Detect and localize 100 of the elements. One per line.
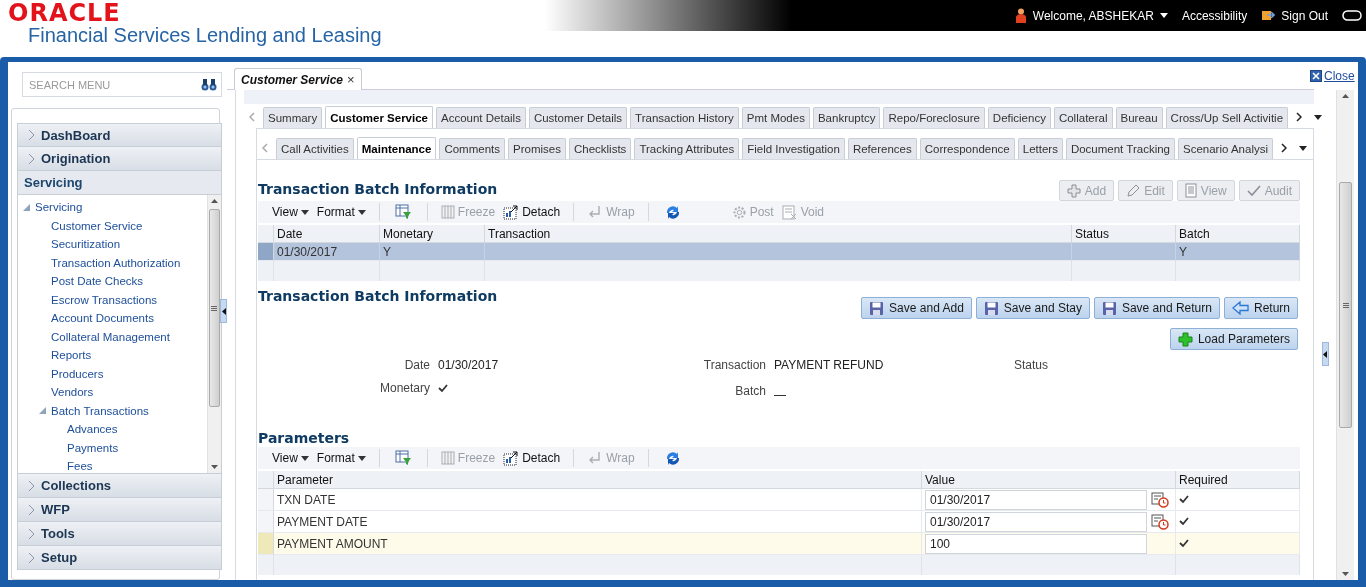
menu-tree-item[interactable]: Escrow Transactions bbox=[18, 290, 207, 309]
section-title: Parameters bbox=[258, 429, 350, 447]
menu-tree-item[interactable]: Batch Transactions bbox=[18, 401, 207, 420]
tab[interactable]: Collateral bbox=[1053, 107, 1113, 128]
caret-icon bbox=[1314, 114, 1323, 120]
form-button[interactable]: Save and Stay bbox=[975, 297, 1090, 319]
tab[interactable]: Deficiency bbox=[987, 107, 1051, 128]
column-header: Batch bbox=[1176, 225, 1300, 243]
calendar-clock-icon[interactable] bbox=[1151, 491, 1169, 508]
oracle-logo: ORACLE bbox=[8, 3, 121, 23]
value-field[interactable]: 100 bbox=[925, 533, 1147, 554]
collapse-handle[interactable] bbox=[1321, 342, 1329, 366]
check-icon bbox=[1246, 184, 1261, 197]
tab[interactable]: Field Investigation bbox=[742, 138, 845, 159]
field-label: Status bbox=[1014, 358, 1050, 372]
menu-tree-item[interactable]: Vendors bbox=[18, 383, 207, 402]
form-button[interactable]: Save and Return bbox=[1093, 297, 1220, 319]
menu-tree-item[interactable]: Producers bbox=[18, 364, 207, 383]
tab[interactable]: Cross/Up Sell Activitie bbox=[1165, 107, 1289, 128]
menu-tree-item[interactable]: Servicing bbox=[18, 198, 207, 217]
close-icon bbox=[1310, 70, 1322, 82]
toolbar-button[interactable]: Detach bbox=[499, 450, 565, 466]
accordion-header[interactable]: Collections bbox=[17, 474, 222, 498]
tab[interactable]: Scenario Analysi bbox=[1178, 138, 1273, 159]
plus-icon bbox=[1066, 183, 1081, 198]
accordion-header[interactable]: WFP bbox=[17, 498, 222, 522]
binoculars-icon[interactable] bbox=[201, 78, 217, 91]
chevron-right-icon bbox=[28, 503, 35, 516]
close-tab-button[interactable]: × bbox=[347, 72, 355, 87]
tab[interactable]: Correspondence bbox=[919, 138, 1015, 159]
tab[interactable]: Tracking Attributes bbox=[634, 138, 740, 159]
menu-tree-item[interactable]: Collateral Management bbox=[18, 327, 207, 346]
menu-tree-item[interactable]: Securitization bbox=[18, 235, 207, 254]
form-button[interactable]: Return bbox=[1223, 297, 1298, 319]
tab[interactable]: Letters bbox=[1017, 138, 1063, 159]
menu-tree-item[interactable]: Transaction Authorization bbox=[18, 253, 207, 272]
menu-button[interactable]: View bbox=[268, 205, 313, 219]
accordion-header[interactable]: DashBoard bbox=[17, 123, 222, 147]
form-button[interactable]: Save and Add bbox=[861, 297, 972, 319]
menu-tree-item[interactable]: Payments bbox=[18, 438, 207, 457]
expand-triangle-icon[interactable] bbox=[38, 406, 47, 416]
table-cell: PAYMENT DATE bbox=[274, 511, 922, 533]
tab[interactable]: Comments bbox=[439, 138, 506, 159]
value-field[interactable]: 01/30/2017 bbox=[925, 511, 1147, 532]
tab[interactable]: Account Details bbox=[436, 107, 526, 128]
accordion-header[interactable]: Setup bbox=[17, 546, 222, 570]
tab[interactable]: Maintenance bbox=[356, 137, 437, 159]
scrollbar[interactable] bbox=[207, 195, 221, 473]
grip-icon bbox=[211, 305, 218, 311]
menu-button[interactable]: Format bbox=[312, 451, 370, 465]
scroll-down-icon[interactable] bbox=[211, 465, 218, 469]
expand-triangle-icon[interactable] bbox=[22, 202, 31, 212]
menu-tree-item[interactable]: Account Documents bbox=[18, 309, 207, 328]
columns-icon bbox=[440, 205, 455, 219]
calendar-clock-icon[interactable] bbox=[1151, 513, 1169, 530]
tab[interactable]: Promises bbox=[508, 138, 566, 159]
tab[interactable]: Summary bbox=[263, 107, 323, 128]
scroll-up-icon[interactable] bbox=[211, 199, 218, 203]
tab[interactable]: References bbox=[847, 138, 917, 159]
search-box[interactable]: SEARCH MENU bbox=[22, 72, 222, 97]
filter-icon[interactable] bbox=[394, 204, 412, 220]
user-menu[interactable]: Welcome, ABSHEKAR bbox=[1014, 7, 1168, 24]
tab[interactable]: Bankruptcy bbox=[812, 107, 881, 128]
scroll-down-icon[interactable] bbox=[1342, 572, 1349, 576]
menu-tree-item[interactable]: Reports bbox=[18, 346, 207, 365]
close-link[interactable]: Close bbox=[1310, 69, 1358, 83]
collapse-handle[interactable] bbox=[220, 299, 227, 323]
tab[interactable]: Transaction History bbox=[630, 107, 739, 128]
accessibility-link[interactable]: Accessibility bbox=[1181, 8, 1248, 23]
tab[interactable]: Repo/Foreclosure bbox=[883, 107, 985, 128]
tab[interactable]: Customer Details bbox=[528, 107, 628, 128]
menu-tree-item[interactable]: Advances bbox=[18, 420, 207, 439]
accordion-header[interactable]: Servicing bbox=[17, 171, 222, 195]
chevron-right-icon[interactable] bbox=[1281, 143, 1287, 153]
scroll-up-icon[interactable] bbox=[1342, 94, 1349, 98]
menu-tree-item[interactable]: Fees bbox=[18, 457, 207, 473]
tab[interactable]: Document Tracking bbox=[1065, 138, 1175, 159]
load-parameters-button[interactable]: Load Parameters bbox=[1169, 328, 1298, 350]
menu-button[interactable]: View bbox=[268, 451, 313, 465]
menu-tree-item[interactable]: Customer Service bbox=[18, 216, 207, 235]
sign-out-link[interactable]: Sign Out bbox=[1261, 8, 1328, 23]
document-tab[interactable]: Customer Service × bbox=[234, 68, 362, 90]
menu-tree-item[interactable]: Post Date Checks bbox=[18, 272, 207, 291]
accordion-header[interactable]: Tools bbox=[17, 522, 222, 546]
tab[interactable]: Pmt Modes bbox=[741, 107, 810, 128]
tab[interactable]: Call Activities bbox=[276, 138, 354, 159]
chevron-right-icon[interactable] bbox=[1296, 112, 1303, 122]
scrollbar[interactable] bbox=[1336, 90, 1354, 580]
toolbar-button[interactable]: Detach bbox=[499, 204, 565, 220]
accordion-header[interactable]: Origination bbox=[17, 147, 222, 171]
filter-icon[interactable] bbox=[394, 450, 412, 466]
tab[interactable]: Customer Service bbox=[325, 106, 433, 128]
value-field[interactable]: 01/30/2017 bbox=[925, 489, 1147, 510]
tab[interactable]: Bureau bbox=[1115, 107, 1163, 128]
menu-button[interactable]: Format bbox=[312, 205, 370, 219]
tab[interactable]: Checklists bbox=[568, 138, 632, 159]
table-cell: TXN DATE bbox=[274, 489, 922, 511]
column-header: Monetary bbox=[380, 225, 485, 243]
check-icon bbox=[1179, 495, 1189, 504]
check-icon bbox=[1179, 539, 1189, 548]
